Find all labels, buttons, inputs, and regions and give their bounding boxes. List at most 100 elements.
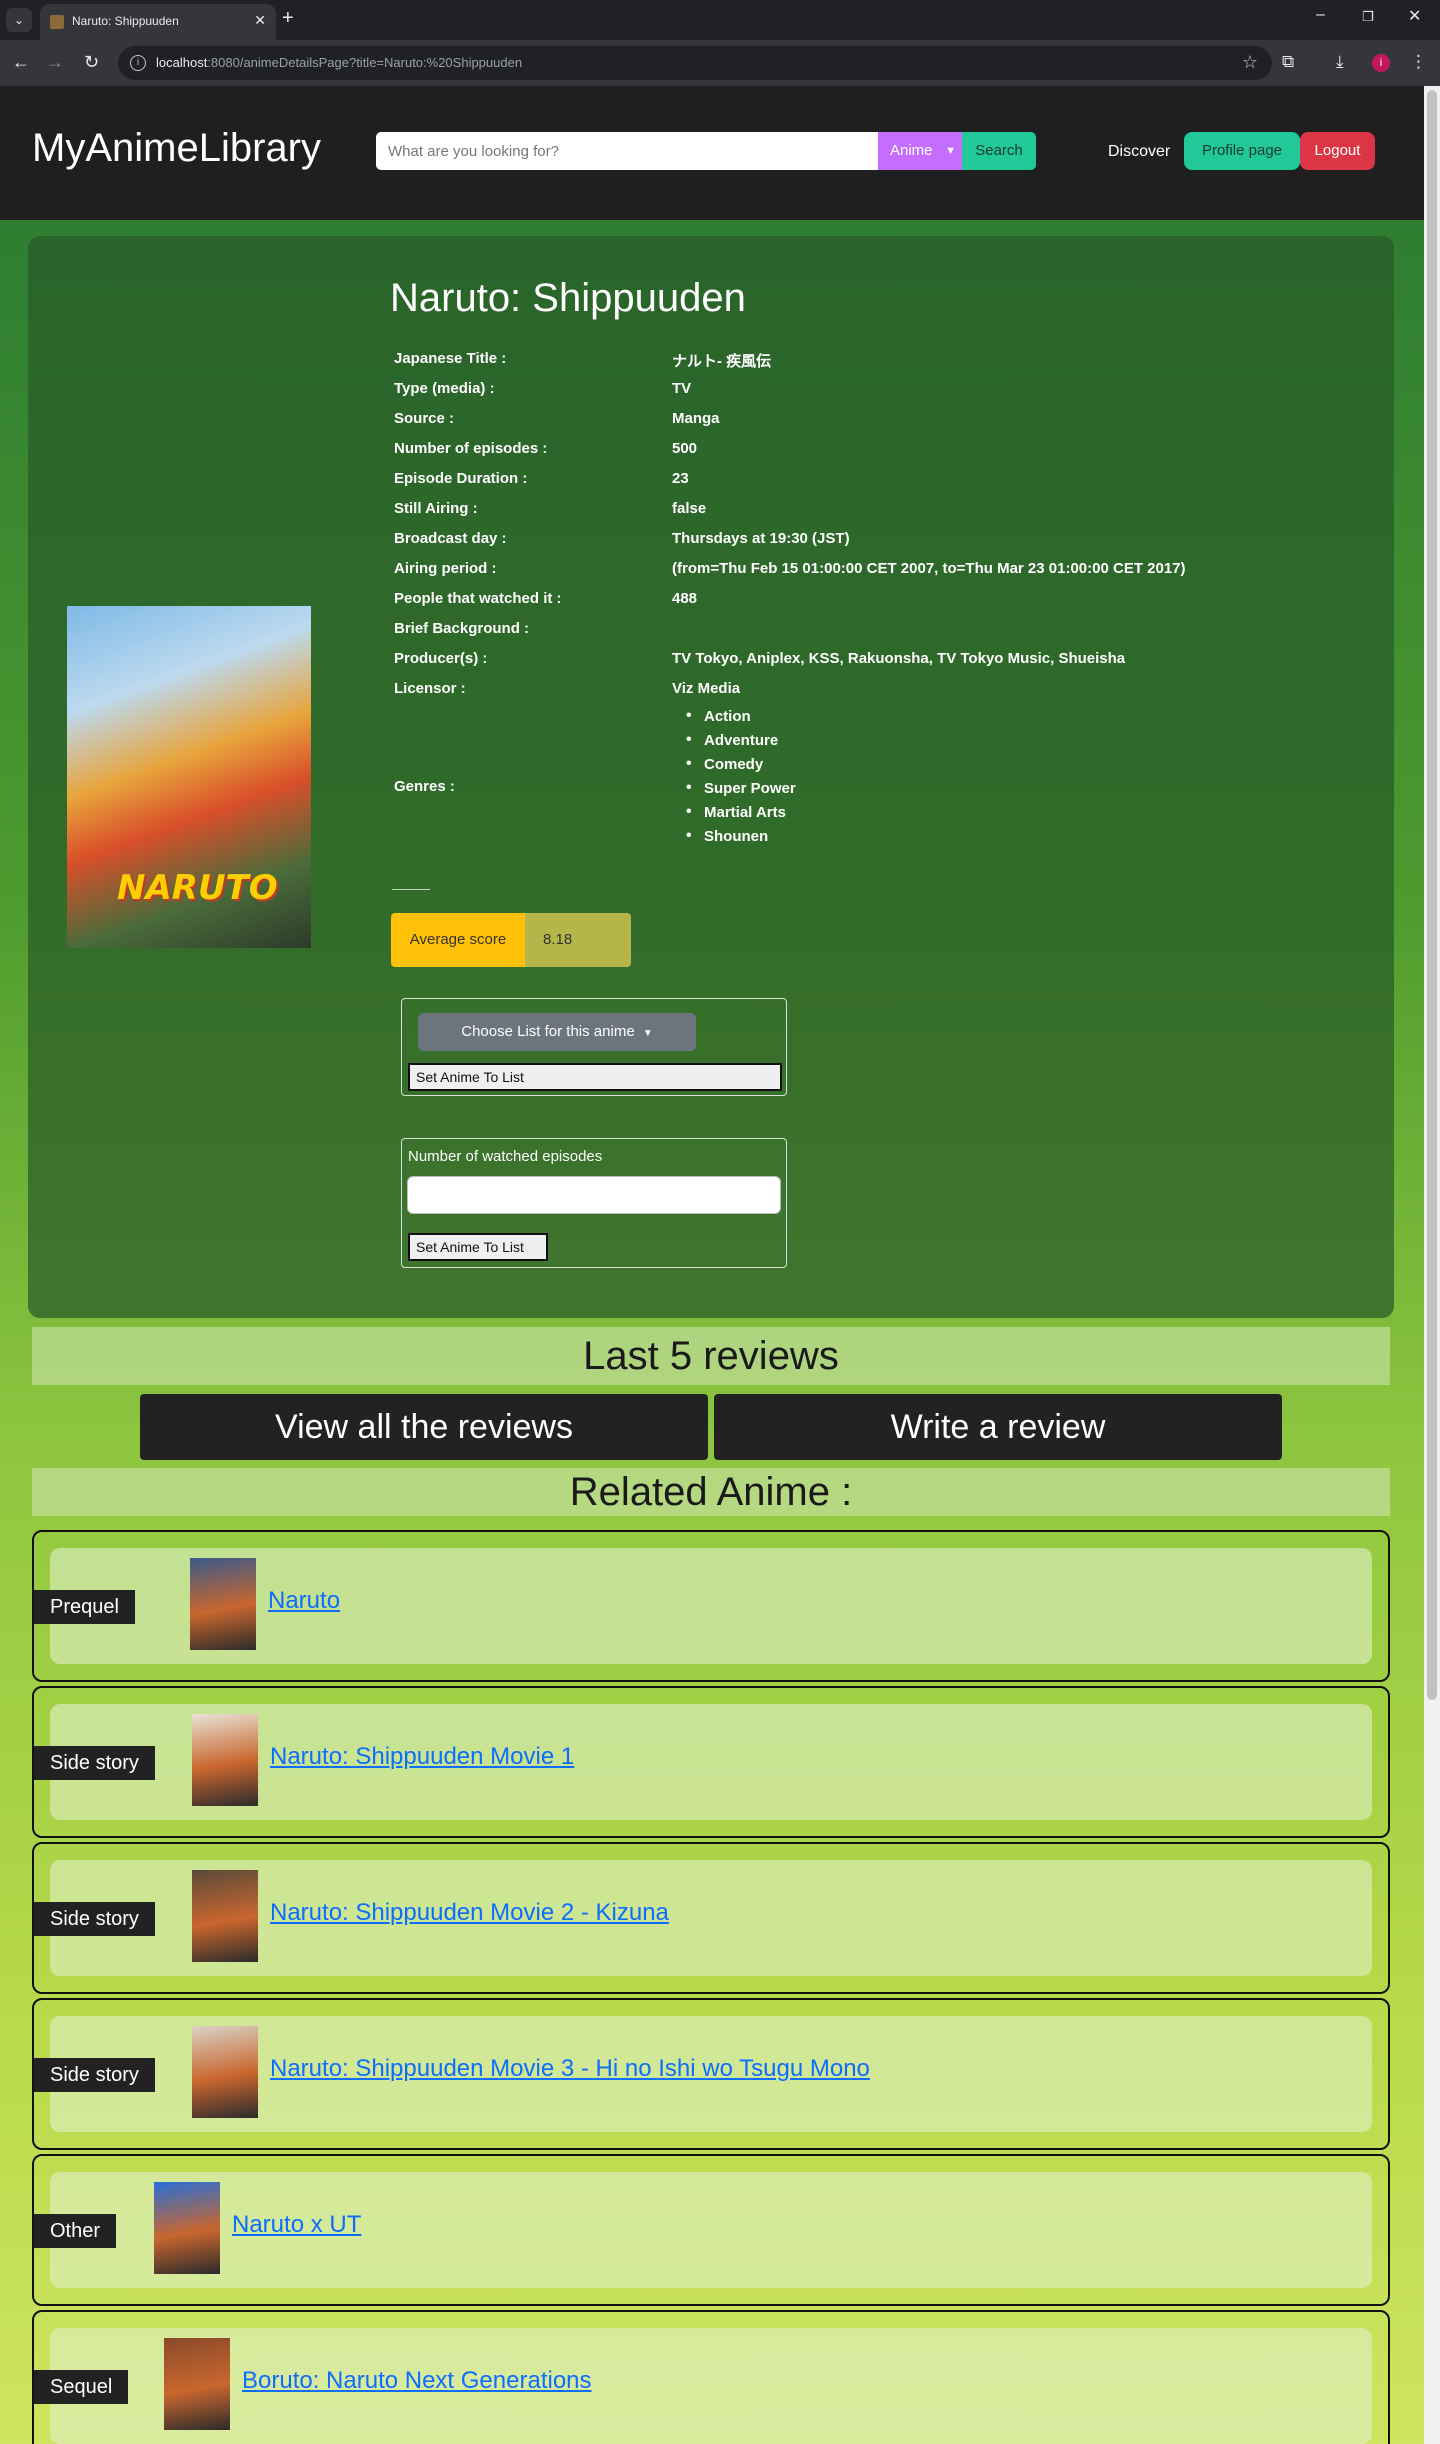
choose-list-dropdown[interactable]: Choose List for this anime ▼ bbox=[418, 1013, 696, 1051]
info-value: TV bbox=[672, 380, 692, 397]
relation-badge: Sequel bbox=[34, 2370, 129, 2404]
related-anime-thumbnail[interactable] bbox=[190, 1558, 256, 1650]
info-label: Japanese Title : bbox=[394, 350, 507, 367]
related-anime-item: Side story Naruto: Shippuuden Movie 1 bbox=[32, 1686, 1390, 1838]
favicon-icon bbox=[50, 15, 64, 29]
site-info-icon[interactable]: i bbox=[130, 55, 146, 71]
info-value: 488 bbox=[672, 590, 698, 607]
restore-icon[interactable]: ❐ bbox=[1362, 9, 1374, 25]
divider bbox=[392, 889, 430, 890]
info-label: Still Airing : bbox=[394, 500, 478, 517]
info-label: Licensor : bbox=[394, 680, 466, 697]
info-value: Manga bbox=[672, 410, 720, 427]
list-form: Choose List for this anime ▼ Set Anime T… bbox=[401, 998, 787, 1096]
info-label: Brief Background : bbox=[394, 620, 530, 637]
genre-item: Action bbox=[686, 707, 796, 732]
scrollbar-thumb[interactable] bbox=[1427, 90, 1437, 1700]
related-anime-link[interactable]: Boruto: Naruto Next Generations bbox=[242, 2367, 592, 2395]
relation-badge: Side story bbox=[34, 1746, 155, 1780]
related-anime-thumbnail[interactable] bbox=[192, 1870, 258, 1962]
info-value: 23 bbox=[672, 470, 689, 487]
related-anime-thumbnail[interactable] bbox=[164, 2338, 230, 2430]
brand-logo[interactable]: MyAnimeLibrary bbox=[32, 126, 321, 171]
search-category-select[interactable]: Anime ▼ bbox=[878, 132, 962, 170]
info-label: Number of episodes : bbox=[394, 440, 548, 457]
caret-down-icon: ▼ bbox=[642, 1028, 653, 1039]
watched-episodes-input[interactable] bbox=[407, 1176, 781, 1214]
info-value: 500 bbox=[672, 440, 698, 457]
average-score-label: Average score bbox=[391, 913, 525, 967]
related-anime-item: Sequel Boruto: Naruto Next Generations bbox=[32, 2310, 1390, 2444]
profile-avatar[interactable]: i bbox=[1372, 54, 1390, 72]
forward-icon[interactable]: → bbox=[46, 52, 64, 73]
bookmark-star-icon[interactable]: ☆ bbox=[1242, 52, 1258, 73]
info-label: Source : bbox=[394, 410, 455, 427]
info-value: ナルト- 疾風伝 bbox=[672, 353, 772, 370]
anime-title: Naruto: Shippuuden bbox=[390, 276, 746, 320]
discover-link[interactable]: Discover bbox=[1108, 143, 1170, 161]
info-value: TV Tokyo, Aniplex, KSS, Rakuonsha, TV To… bbox=[672, 650, 1126, 667]
address-bar[interactable]: i localhost:8080/animeDetailsPage?title=… bbox=[118, 46, 1272, 80]
related-anime-link[interactable]: Naruto x UT bbox=[232, 2211, 361, 2239]
relation-badge: Side story bbox=[34, 1902, 155, 1936]
related-anime-heading: Related Anime : bbox=[32, 1468, 1390, 1516]
info-value: Viz Media bbox=[672, 680, 741, 697]
chevron-down-icon: ▼ bbox=[945, 145, 956, 157]
browser-tab[interactable]: Naruto: Shippuuden ✕ bbox=[40, 4, 276, 40]
relation-badge: Other bbox=[34, 2214, 117, 2248]
tab-search-icon[interactable]: ⌄ bbox=[6, 8, 32, 32]
back-icon[interactable]: ← bbox=[12, 52, 30, 73]
genre-item: Adventure bbox=[686, 731, 796, 756]
info-label: People that watched it : bbox=[394, 590, 562, 607]
new-tab-icon[interactable]: + bbox=[282, 7, 294, 30]
reviews-heading: Last 5 reviews bbox=[32, 1327, 1390, 1385]
view-all-reviews-button[interactable]: View all the reviews bbox=[140, 1394, 708, 1460]
profile-page-button[interactable]: Profile page bbox=[1184, 132, 1300, 170]
info-label: Broadcast day : bbox=[394, 530, 507, 547]
related-anime-item: Side story Naruto: Shippuuden Movie 2 - K… bbox=[32, 1842, 1390, 1994]
minimize-icon[interactable]: – bbox=[1316, 6, 1325, 24]
write-review-button[interactable]: Write a review bbox=[714, 1394, 1282, 1460]
genre-item: Super Power bbox=[686, 779, 796, 804]
reload-icon[interactable]: ↻ bbox=[84, 52, 99, 73]
related-anime-thumbnail[interactable] bbox=[192, 2026, 258, 2118]
genre-list: ActionAdventureComedySuper PowerMartial … bbox=[686, 707, 796, 852]
relation-badge: Side story bbox=[34, 2058, 155, 2092]
menu-kebab-icon[interactable]: ⋮ bbox=[1410, 52, 1427, 72]
relation-badge: Prequel bbox=[34, 1590, 135, 1624]
info-label: Producer(s) : bbox=[394, 650, 488, 667]
related-anime-item: Prequel Naruto bbox=[32, 1530, 1390, 1682]
close-tab-icon[interactable]: ✕ bbox=[254, 12, 266, 29]
info-label: Type (media) : bbox=[394, 380, 495, 397]
tab-title: Naruto: Shippuuden bbox=[72, 14, 179, 28]
search-input[interactable] bbox=[376, 132, 878, 170]
anime-poster: NARUTO bbox=[67, 606, 311, 948]
browser-toolbar: ← → ↻ i localhost:8080/animeDetailsPage?… bbox=[0, 40, 1440, 86]
logout-button[interactable]: Logout bbox=[1300, 132, 1375, 170]
search-category-value: Anime bbox=[890, 142, 933, 159]
browser-tabbar: ⌄ Naruto: Shippuuden ✕ + – ❐ ✕ bbox=[0, 0, 1440, 40]
extensions-icon[interactable]: ⧉ bbox=[1282, 52, 1294, 72]
info-label: Episode Duration : bbox=[394, 470, 528, 487]
download-icon[interactable]: ⤓ bbox=[1336, 52, 1344, 72]
genre-item: Comedy bbox=[686, 755, 796, 780]
related-anime-item: Side story Naruto: Shippuuden Movie 3 - H… bbox=[32, 1998, 1390, 2150]
related-anime-thumbnail[interactable] bbox=[154, 2182, 220, 2274]
related-anime-link[interactable]: Naruto bbox=[268, 1587, 340, 1615]
episodes-form: Number of watched episodes Set Anime To … bbox=[401, 1138, 787, 1268]
set-anime-to-list-button[interactable]: Set Anime To List bbox=[408, 1063, 782, 1091]
window-close-icon[interactable]: ✕ bbox=[1408, 6, 1421, 26]
choose-list-label: Choose List for this anime bbox=[461, 1023, 635, 1040]
related-anime-link[interactable]: Naruto: Shippuuden Movie 1 bbox=[270, 1743, 574, 1771]
average-score-value: 8.18 bbox=[525, 913, 631, 967]
related-anime-link[interactable]: Naruto: Shippuuden Movie 2 - Kizuna bbox=[270, 1899, 669, 1927]
genre-item: Martial Arts bbox=[686, 803, 796, 828]
set-episodes-button[interactable]: Set Anime To List bbox=[408, 1233, 548, 1261]
related-anime-thumbnail[interactable] bbox=[192, 1714, 258, 1806]
related-anime-link[interactable]: Naruto: Shippuuden Movie 3 - Hi no Ishi … bbox=[270, 2055, 870, 2083]
poster-logo-text: NARUTO bbox=[117, 868, 278, 908]
search-button[interactable]: Search bbox=[962, 132, 1036, 170]
info-value: Thursdays at 19:30 (JST) bbox=[672, 530, 850, 547]
episodes-label: Number of watched episodes bbox=[408, 1148, 603, 1165]
url-text: localhost:8080/animeDetailsPage?title=Na… bbox=[156, 55, 523, 70]
